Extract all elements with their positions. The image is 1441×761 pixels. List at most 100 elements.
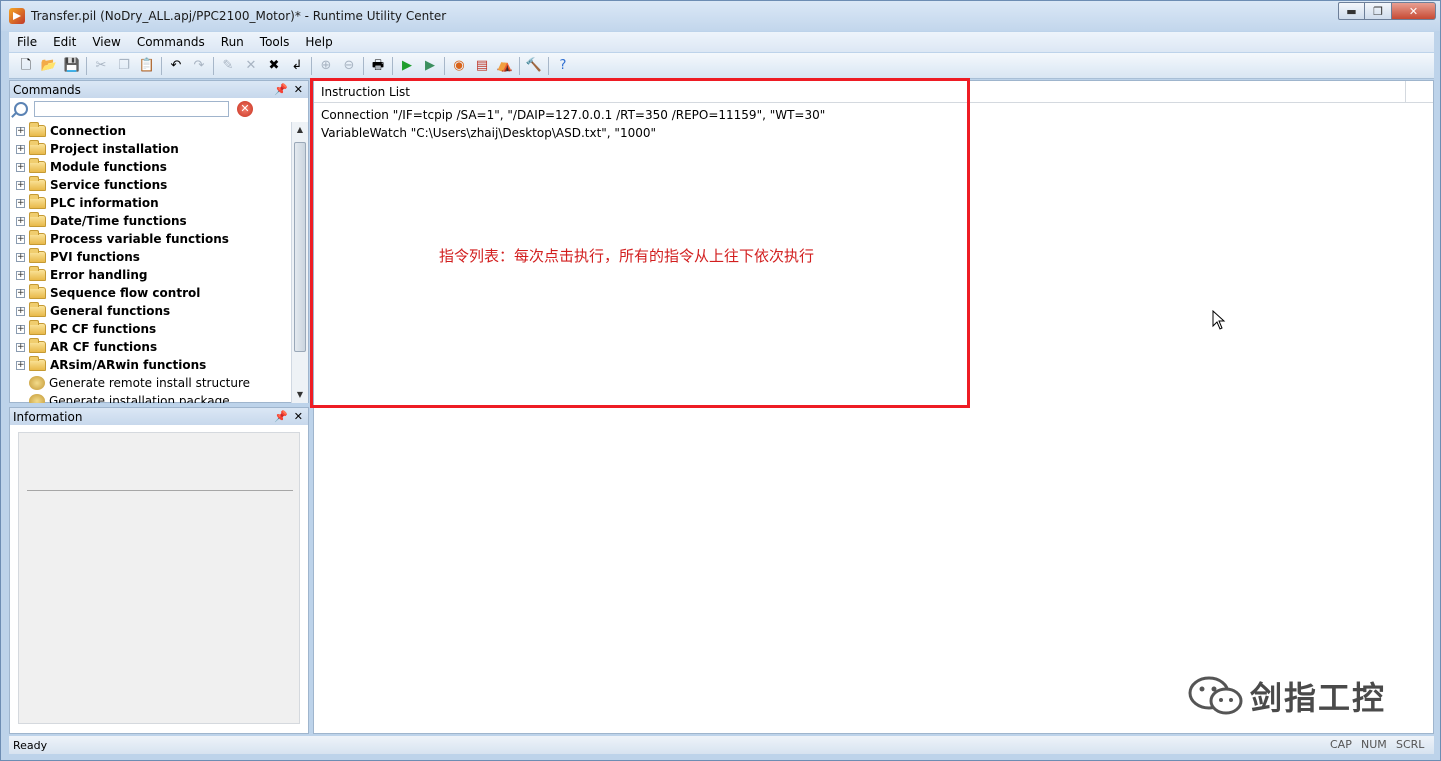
tree-item[interactable]: + PLC information: [10, 194, 292, 212]
expand-icon[interactable]: +: [16, 342, 25, 352]
target-icon[interactable]: ◉: [450, 57, 468, 75]
cut-icon[interactable]: ✂: [92, 57, 110, 75]
expand-icon[interactable]: +: [16, 234, 25, 244]
expand-icon[interactable]: +: [16, 126, 25, 136]
menu-tools[interactable]: Tools: [252, 32, 298, 52]
zoom-out-icon[interactable]: ⊖: [340, 57, 358, 75]
instruction-row[interactable]: VariableWatch "C:\Users\zhaij\Desktop\AS…: [321, 124, 656, 142]
menu-view[interactable]: View: [84, 32, 128, 52]
commands-tree: + Connection + Project installation + Module …: [10, 122, 292, 403]
scroll-down-arrow-icon[interactable]: ▼: [292, 387, 308, 403]
zoom-in-icon[interactable]: ⊕: [317, 57, 335, 75]
folder-icon: [29, 320, 46, 335]
tree-item[interactable]: + PVI functions: [10, 248, 292, 266]
menu-file[interactable]: File: [9, 32, 45, 52]
pin-icon[interactable]: 📌: [274, 408, 288, 425]
tree-item-label: Process variable functions: [50, 232, 229, 246]
maximize-button[interactable]: ❐: [1365, 2, 1392, 20]
run-step-icon[interactable]: ▶: [421, 57, 439, 75]
expand-icon[interactable]: +: [16, 324, 25, 334]
instruction-list-column-header[interactable]: Instruction List: [314, 81, 1406, 103]
expand-icon[interactable]: +: [16, 216, 25, 226]
tree-item[interactable]: + Connection: [10, 122, 292, 140]
expand-icon[interactable]: +: [16, 162, 25, 172]
hammer-icon[interactable]: 🔨: [525, 57, 543, 75]
tree-item[interactable]: + Sequence flow control: [10, 284, 292, 302]
command-icon: [29, 394, 45, 403]
expand-icon[interactable]: +: [16, 180, 25, 190]
scroll-lock-indicator: SCRL: [1396, 738, 1425, 751]
command-search-input[interactable]: [34, 101, 229, 117]
new-icon[interactable]: 🗋: [17, 57, 35, 75]
toolbar-separator: [161, 56, 162, 75]
expand-icon[interactable]: +: [16, 144, 25, 154]
minimize-button[interactable]: ▬: [1338, 2, 1365, 20]
close-icon[interactable]: ✕: [294, 408, 303, 425]
scroll-thumb[interactable]: [294, 142, 306, 352]
undo-icon[interactable]: ↶: [167, 57, 185, 75]
tree-item-label: PLC information: [50, 196, 159, 210]
delete-icon[interactable]: ✕: [242, 57, 260, 75]
window-controls: ▬ ❐ ✕: [1338, 2, 1436, 20]
tree-item-label: ARsim/ARwin functions: [50, 358, 207, 372]
information-panel-header: Information 📌 ✕: [10, 408, 308, 425]
open-icon[interactable]: 📂: [40, 57, 58, 75]
mouse-cursor-icon: [1212, 310, 1226, 330]
commands-scrollbar[interactable]: ▲ ▼: [291, 122, 308, 403]
instruction-row[interactable]: Connection "/IF=tcpip /SA=1", "/DAIP=127…: [321, 106, 825, 124]
redo-icon[interactable]: ↷: [190, 57, 208, 75]
expand-icon[interactable]: +: [16, 360, 25, 370]
menu-run[interactable]: Run: [213, 32, 252, 52]
menu-edit[interactable]: Edit: [45, 32, 84, 52]
tree-item[interactable]: + Process variable functions: [10, 230, 292, 248]
save-icon[interactable]: 💾: [63, 57, 81, 75]
tree-item[interactable]: Generate installation package: [10, 392, 292, 403]
tree-item[interactable]: + General functions: [10, 302, 292, 320]
tree-item[interactable]: Generate remote install structure: [10, 374, 292, 392]
paste-icon[interactable]: 📋: [138, 57, 156, 75]
scroll-up-arrow-icon[interactable]: ▲: [292, 122, 308, 138]
app-icon[interactable]: [9, 8, 25, 24]
delete-all-icon[interactable]: ✖: [265, 57, 283, 75]
menu-commands[interactable]: Commands: [129, 32, 213, 52]
tree-item[interactable]: + Error handling: [10, 266, 292, 284]
tree-item[interactable]: + ARsim/ARwin functions: [10, 356, 292, 374]
instruction-list-header: Instruction List: [314, 81, 1433, 103]
copy-icon[interactable]: ❐: [115, 57, 133, 75]
menu-help[interactable]: Help: [297, 32, 340, 52]
package-icon[interactable]: ⛺: [496, 57, 514, 75]
title-bar[interactable]: Transfer.pil (NoDry_ALL.apj/PPC2100_Moto…: [1, 1, 1440, 31]
expand-icon[interactable]: +: [16, 288, 25, 298]
tree-item[interactable]: + Service functions: [10, 176, 292, 194]
expand-icon[interactable]: +: [16, 306, 25, 316]
tree-item[interactable]: + AR CF functions: [10, 338, 292, 356]
expand-icon[interactable]: +: [16, 270, 25, 280]
expand-icon[interactable]: +: [16, 252, 25, 262]
tree-item[interactable]: + Module functions: [10, 158, 292, 176]
tree-item[interactable]: + PC CF functions: [10, 320, 292, 338]
close-icon[interactable]: ✕: [294, 81, 303, 98]
tree-item-label: Connection: [50, 124, 127, 138]
folder-icon: [29, 122, 46, 137]
application-window: Transfer.pil (NoDry_ALL.apj/PPC2100_Moto…: [0, 0, 1441, 761]
tree-item[interactable]: + Project installation: [10, 140, 292, 158]
instruction-list-area[interactable]: Instruction List Connection "/IF=tcpip /…: [310, 78, 1434, 734]
notebook-icon[interactable]: ▤: [473, 57, 491, 75]
close-button[interactable]: ✕: [1392, 2, 1436, 20]
clear-search-icon[interactable]: ✕: [237, 101, 253, 117]
run-icon[interactable]: ▶: [398, 57, 416, 75]
help-icon[interactable]: ?: [554, 57, 572, 75]
window-title: Transfer.pil (NoDry_ALL.apj/PPC2100_Moto…: [31, 9, 447, 23]
edit-icon[interactable]: ✎: [219, 57, 237, 75]
caps-lock-indicator: CAP: [1330, 738, 1352, 751]
tree-item[interactable]: + Date/Time functions: [10, 212, 292, 230]
information-panel-title: Information: [13, 409, 83, 424]
pin-icon[interactable]: 📌: [274, 81, 288, 98]
information-divider: [27, 490, 293, 491]
expand-icon[interactable]: +: [16, 198, 25, 208]
folder-icon: [29, 230, 46, 245]
print-icon[interactable]: 🖶: [369, 57, 387, 75]
enter-icon[interactable]: ↲: [288, 57, 306, 75]
